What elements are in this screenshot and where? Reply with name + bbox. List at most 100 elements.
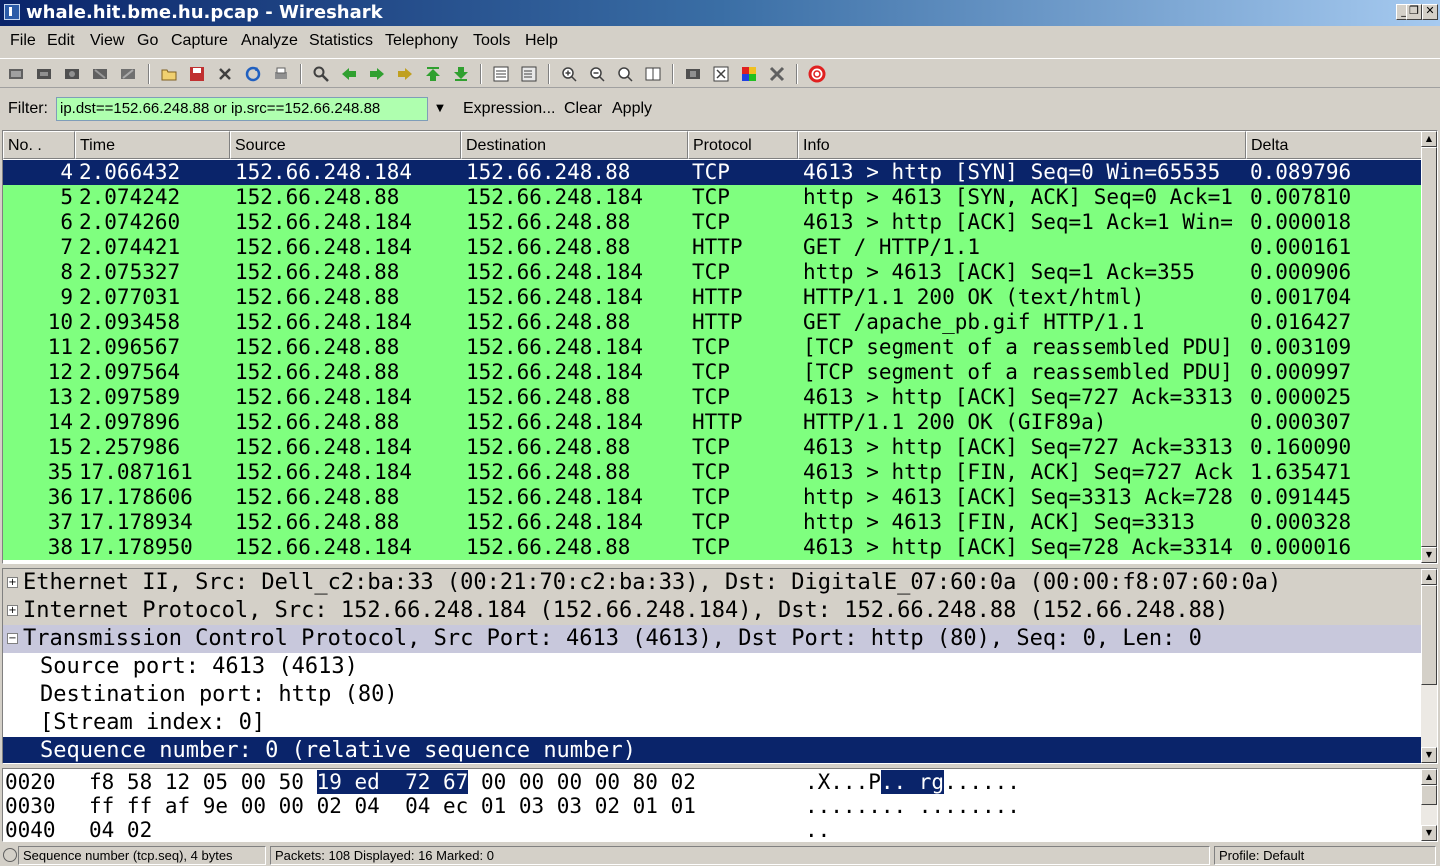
packet-row-selected[interactable]: 4 2.066432 152.66.248.184 152.66.248.88 TCP 4… xyxy=(3,160,1423,185)
display-filters-icon[interactable] xyxy=(712,65,730,83)
packet-row[interactable]: 8 2.075327 152.66.248.88 152.66.248.184 TCP h… xyxy=(3,260,1423,285)
hex-bytes[interactable]: f8 58 12 05 00 50 19 ed 72 67 00 00 00 0… xyxy=(89,770,696,794)
packet-row[interactable]: 7 2.074421 152.66.248.184 152.66.248.88 HTTP… xyxy=(3,235,1423,260)
protocol-tree-field[interactable]: Destination port: http (80) xyxy=(3,681,1423,709)
find-packet-icon[interactable] xyxy=(312,65,330,83)
scroll-up-arrow-icon[interactable]: ▲ xyxy=(1421,131,1437,147)
packet-row[interactable]: 36 17.178606 152.66.248.88 152.66.248.184 TC… xyxy=(3,485,1423,510)
packet-row[interactable]: 6 2.074260 152.66.248.184 152.66.248.88 TCP 4… xyxy=(3,210,1423,235)
help-icon[interactable] xyxy=(808,65,826,83)
preferences-icon[interactable] xyxy=(768,65,786,83)
column-header-source[interactable]: Source xyxy=(230,131,461,159)
column-header-no[interactable]: No. . xyxy=(3,131,75,159)
print-icon[interactable] xyxy=(272,65,290,83)
protocol-tree-node[interactable]: − Transmission Control Protocol, Src Port… xyxy=(3,625,1423,653)
go-first-icon[interactable] xyxy=(424,65,442,83)
reload-icon[interactable] xyxy=(244,65,262,83)
scrollbar-thumb[interactable] xyxy=(1421,785,1437,805)
menu-telephony[interactable]: Telephony xyxy=(385,32,458,50)
protocol-tree-field[interactable]: Sequence number: 0 (relative sequence nu… xyxy=(3,737,1423,763)
packet-details-pane[interactable]: + Ethernet II, Src: Dell_c2:ba:33 (00:21:… xyxy=(2,568,1438,764)
save-file-icon[interactable] xyxy=(188,65,206,83)
bytes-scrollbar[interactable]: ▲ ▼ xyxy=(1421,769,1437,841)
coloring-rules-icon[interactable] xyxy=(740,65,758,83)
scroll-down-arrow-icon[interactable]: ▼ xyxy=(1421,747,1437,763)
packet-row[interactable]: 38 17.178950 152.66.248.184 152.66.248.88 TC… xyxy=(3,535,1423,560)
stop-capture-icon[interactable] xyxy=(91,65,109,83)
go-last-icon[interactable] xyxy=(452,65,470,83)
resize-columns-icon[interactable] xyxy=(644,65,662,83)
hex-bytes[interactable]: ff ff af 9e 00 00 02 04 04 ec 01 03 03 0… xyxy=(89,794,696,818)
auto-scroll-icon[interactable] xyxy=(520,65,538,83)
packet-row[interactable]: 35 17.087161 152.66.248.184 152.66.248.88 TC… xyxy=(3,460,1423,485)
scroll-down-arrow-icon[interactable]: ▼ xyxy=(1421,547,1437,563)
menu-statistics[interactable]: Statistics xyxy=(309,32,373,50)
hex-ascii[interactable]: .. xyxy=(805,818,830,841)
display-filter-input[interactable]: ip.dst==152.66.248.88 or ip.src==152.66.… xyxy=(56,97,428,121)
menu-tools[interactable]: Tools xyxy=(473,32,510,50)
hex-bytes[interactable]: 04 02 xyxy=(89,818,152,841)
capture-options-icon[interactable] xyxy=(35,65,53,83)
restore-button[interactable]: ❐ xyxy=(1406,4,1422,20)
protocol-tree-node[interactable]: + Ethernet II, Src: Dell_c2:ba:33 (00:21:… xyxy=(3,569,1423,597)
column-header-info[interactable]: Info xyxy=(798,131,1246,159)
packet-list-pane[interactable]: No. . Time Source Destination Protocol I… xyxy=(2,130,1438,564)
expression-button[interactable]: Expression... xyxy=(463,100,555,118)
packet-row[interactable]: 15 2.257986 152.66.248.184 152.66.248.88 TCP… xyxy=(3,435,1423,460)
menu-capture[interactable]: Capture xyxy=(171,32,228,50)
scroll-down-arrow-icon[interactable]: ▼ xyxy=(1421,825,1437,841)
start-capture-icon[interactable] xyxy=(63,65,81,83)
zoom-out-icon[interactable] xyxy=(588,65,606,83)
packet-row[interactable]: 5 2.074242 152.66.248.88 152.66.248.184 TCP h… xyxy=(3,185,1423,210)
filter-history-dropdown[interactable]: ▼ xyxy=(431,97,449,121)
column-header-protocol[interactable]: Protocol xyxy=(688,131,798,159)
hex-ascii[interactable]: .X...P.. rg...... xyxy=(805,770,1020,794)
packet-row[interactable]: 14 2.097896 152.66.248.88 152.66.248.184 HTT… xyxy=(3,410,1423,435)
column-header-time[interactable]: Time xyxy=(75,131,230,159)
open-file-icon[interactable] xyxy=(160,65,178,83)
scroll-up-arrow-icon[interactable]: ▲ xyxy=(1421,569,1437,585)
menu-edit[interactable]: Edit xyxy=(47,32,75,50)
expand-icon[interactable]: + xyxy=(7,577,18,588)
protocol-tree-node[interactable]: + Internet Protocol, Src: 152.66.248.184 … xyxy=(3,597,1423,625)
details-scrollbar[interactable]: ▲ ▼ xyxy=(1421,569,1437,763)
column-header-destination[interactable]: Destination xyxy=(461,131,688,159)
menu-help[interactable]: Help xyxy=(525,32,558,50)
status-profile[interactable]: Profile: Default xyxy=(1214,846,1436,865)
packet-row[interactable]: 13 2.097589 152.66.248.184 152.66.248.88 TCP… xyxy=(3,385,1423,410)
go-back-icon[interactable] xyxy=(340,65,358,83)
packet-row[interactable]: 10 2.093458 152.66.248.184 152.66.248.88 HTT… xyxy=(3,310,1423,335)
menu-go[interactable]: Go xyxy=(137,32,158,50)
scrollbar-thumb[interactable] xyxy=(1421,585,1437,685)
packet-bytes-pane[interactable]: 0020 f8 58 12 05 00 50 19 ed 72 67 00 00 … xyxy=(2,768,1438,842)
scroll-up-arrow-icon[interactable]: ▲ xyxy=(1421,769,1437,785)
restart-capture-icon[interactable] xyxy=(119,65,137,83)
close-button[interactable]: ✕ xyxy=(1422,4,1438,20)
protocol-tree-field[interactable]: [Stream index: 0] xyxy=(3,709,1423,737)
packet-list-scrollbar[interactable]: ▲ ▼ xyxy=(1421,131,1437,563)
menu-view[interactable]: View xyxy=(90,32,124,50)
close-file-icon[interactable] xyxy=(216,65,234,83)
go-to-packet-icon[interactable] xyxy=(396,65,414,83)
list-interfaces-icon[interactable] xyxy=(7,65,25,83)
wireshark-app-icon[interactable] xyxy=(4,4,20,20)
packet-row[interactable]: 37 17.178934 152.66.248.88 152.66.248.184 TC… xyxy=(3,510,1423,535)
expert-info-icon[interactable] xyxy=(3,848,17,862)
clear-filter-button[interactable]: Clear xyxy=(564,100,602,118)
normal-size-icon[interactable] xyxy=(616,65,634,83)
protocol-tree-field[interactable]: Source port: 4613 (4613) xyxy=(3,653,1423,681)
packet-row[interactable]: 11 2.096567 152.66.248.88 152.66.248.184 TCP… xyxy=(3,335,1423,360)
packet-row[interactable]: 9 2.077031 152.66.248.88 152.66.248.184 HTTP… xyxy=(3,285,1423,310)
menu-file[interactable]: File xyxy=(10,32,36,50)
capture-filters-icon[interactable] xyxy=(684,65,702,83)
expand-icon[interactable]: + xyxy=(7,605,18,616)
packet-row[interactable]: 12 2.097564 152.66.248.88 152.66.248.184 TCP… xyxy=(3,360,1423,385)
collapse-icon[interactable]: − xyxy=(7,633,18,644)
zoom-in-icon[interactable] xyxy=(560,65,578,83)
hex-ascii[interactable]: ........ ........ xyxy=(805,794,1020,818)
go-forward-icon[interactable] xyxy=(368,65,386,83)
apply-filter-button[interactable]: Apply xyxy=(612,100,652,118)
colorize-icon[interactable] xyxy=(492,65,510,83)
column-header-delta[interactable]: Delta xyxy=(1246,131,1423,159)
scrollbar-thumb[interactable] xyxy=(1421,147,1437,547)
